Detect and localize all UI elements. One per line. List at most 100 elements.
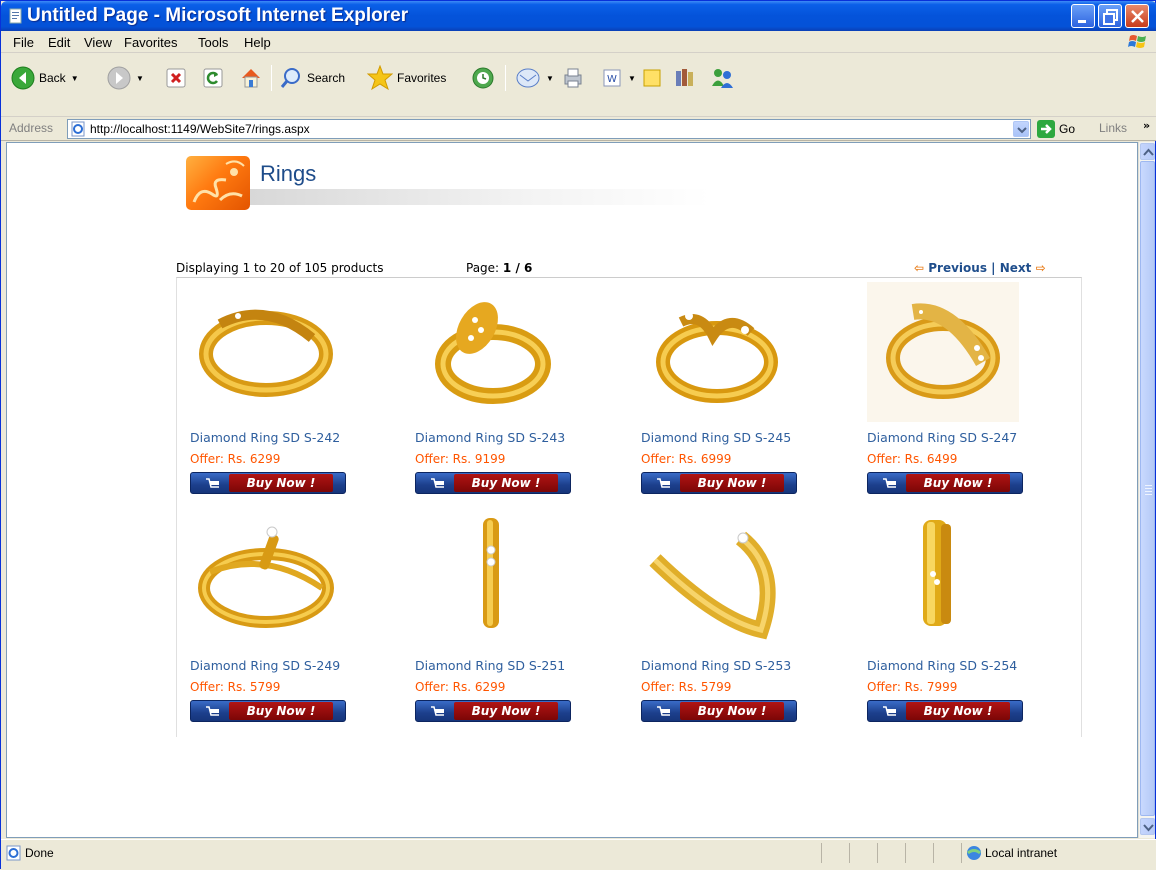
title-underline [250,189,710,205]
scroll-down-button[interactable] [1140,818,1155,835]
buy-now-label: Buy Now ! [454,702,558,720]
address-input[interactable]: http://localhost:1149/WebSite7/rings.asp… [67,119,1031,139]
product-card: Diamond Ring SD S-251 Offer: Rs. 6299 Bu… [415,510,635,722]
back-button[interactable]: Back ▼ [11,65,79,91]
favorites-button[interactable]: Favorites [367,65,446,91]
buy-now-button[interactable]: Buy Now ! [641,472,797,494]
favorites-label: Favorites [397,71,447,85]
product-name[interactable]: Diamond Ring SD S-251 [415,658,635,673]
discuss-button[interactable] [641,65,663,91]
back-label: Back [39,71,66,85]
menu-edit[interactable]: Edit [48,35,70,50]
buy-now-button[interactable]: Buy Now ! [190,700,346,722]
refresh-button[interactable] [202,65,224,91]
menu-help[interactable]: Help [244,35,271,50]
previous-link[interactable]: Previous [928,261,987,275]
product-card: Diamond Ring SD S-247 Offer: Rs. 6499 Bu… [867,282,1087,494]
pager-separator: | [991,261,996,275]
product-name[interactable]: Diamond Ring SD S-254 [867,658,1087,673]
ring-image[interactable] [867,510,1019,650]
buy-now-button[interactable]: Buy Now ! [415,700,571,722]
print-button[interactable] [561,65,585,91]
menu-file[interactable]: File [13,35,34,50]
scroll-up-button[interactable] [1140,143,1155,160]
window-title: Untitled Page - Microsoft Internet Explo… [27,5,409,26]
messenger-button[interactable] [709,65,735,91]
cart-icon [206,706,219,716]
product-price: Offer: Rs. 6499 [867,452,958,466]
buy-now-button[interactable]: Buy Now ! [190,472,346,494]
buy-now-button[interactable]: Buy Now ! [641,700,797,722]
ring-image[interactable] [641,282,793,422]
edit-dropdown-icon[interactable]: ▼ [628,74,636,83]
ring-image[interactable] [415,510,567,650]
title-bar[interactable]: Untitled Page - Microsoft Internet Explo… [1,1,1156,31]
ring-image[interactable] [641,510,793,650]
rings-logo [186,156,250,210]
research-button[interactable] [673,65,697,91]
product-name[interactable]: Diamond Ring SD S-245 [641,430,861,445]
product-name[interactable]: Diamond Ring SD S-253 [641,658,861,673]
ring-image[interactable] [867,282,1019,422]
product-card: Diamond Ring SD S-254 Offer: Rs. 7999 Bu… [867,510,1087,722]
links-label[interactable]: Links [1099,121,1127,135]
vertical-scrollbar[interactable] [1138,142,1155,838]
next-arrow-icon: ⇨ [1035,261,1046,275]
search-button[interactable]: Search [279,65,345,91]
standard-toolbar: Back ▼ ▼ Search Favorites ▼ W ▼ [1,53,1156,117]
results-count: Displaying 1 to 20 of 105 products [176,261,384,275]
cart-icon [431,706,444,716]
menu-favorites[interactable]: Favorites [124,35,177,50]
links-chevron-icon[interactable]: » [1143,119,1150,132]
address-dropdown-icon[interactable] [1013,121,1029,137]
forward-button[interactable]: ▼ [107,65,144,91]
product-card: Diamond Ring SD S-245 Offer: Rs. 6999 Bu… [641,282,861,494]
forward-dropdown-icon[interactable]: ▼ [136,74,144,83]
browser-window: Untitled Page - Microsoft Internet Explo… [0,0,1156,870]
next-link[interactable]: Next [1000,261,1032,275]
ring-image[interactable] [415,282,567,422]
pager: ⇦ Previous | Next ⇨ [914,261,1046,275]
menu-view[interactable]: View [84,35,112,50]
product-name[interactable]: Diamond Ring SD S-249 [190,658,410,673]
page-indicator: Page: 1 / 6 [466,261,532,275]
ring-image[interactable] [190,510,342,650]
swirl-ornament-icon [192,160,245,203]
product-card: Diamond Ring SD S-243 Offer: Rs. 9199 Bu… [415,282,635,494]
status-cell [905,843,933,863]
status-cell [849,843,877,863]
mail-dropdown-icon[interactable]: ▼ [546,74,554,83]
minimize-button[interactable] [1071,4,1095,28]
product-price: Offer: Rs. 7999 [867,680,958,694]
ring-image[interactable] [190,282,342,422]
research-books-icon [676,69,693,86]
go-button[interactable]: Go [1037,120,1075,138]
menu-tools[interactable]: Tools [198,35,228,50]
home-button[interactable] [239,65,263,91]
page-prefix: Page: [466,261,500,275]
status-text: Done [25,846,54,860]
local-intranet-icon [967,846,981,860]
product-name[interactable]: Diamond Ring SD S-247 [867,430,1087,445]
menu-bar: File Edit View Favorites Tools Help [1,31,1156,53]
cart-icon [657,478,670,488]
product-name[interactable]: Diamond Ring SD S-243 [415,430,635,445]
buy-now-button[interactable]: Buy Now ! [867,700,1023,722]
search-icon [280,68,300,88]
back-dropdown-icon[interactable]: ▼ [71,74,79,83]
address-label: Address [9,121,54,135]
scroll-thumb[interactable] [1140,161,1155,816]
product-grid: Diamond Ring SD S-242 Offer: Rs. 6299 Bu… [176,277,1082,737]
maximize-button[interactable] [1098,4,1122,28]
mail-button[interactable]: ▼ [515,65,554,91]
history-button[interactable] [471,65,495,91]
toolbar-separator [505,65,506,91]
buy-now-button[interactable]: Buy Now ! [867,472,1023,494]
product-name[interactable]: Diamond Ring SD S-242 [190,430,410,445]
buy-now-button[interactable]: Buy Now ! [415,472,571,494]
close-button[interactable] [1125,4,1149,28]
stop-button[interactable] [165,65,187,91]
address-bar: Address http://localhost:1149/WebSite7/r… [1,117,1156,141]
edit-word-button[interactable]: W ▼ [601,65,636,91]
product-card: Diamond Ring SD S-249 Offer: Rs. 5799 Bu… [190,510,410,722]
